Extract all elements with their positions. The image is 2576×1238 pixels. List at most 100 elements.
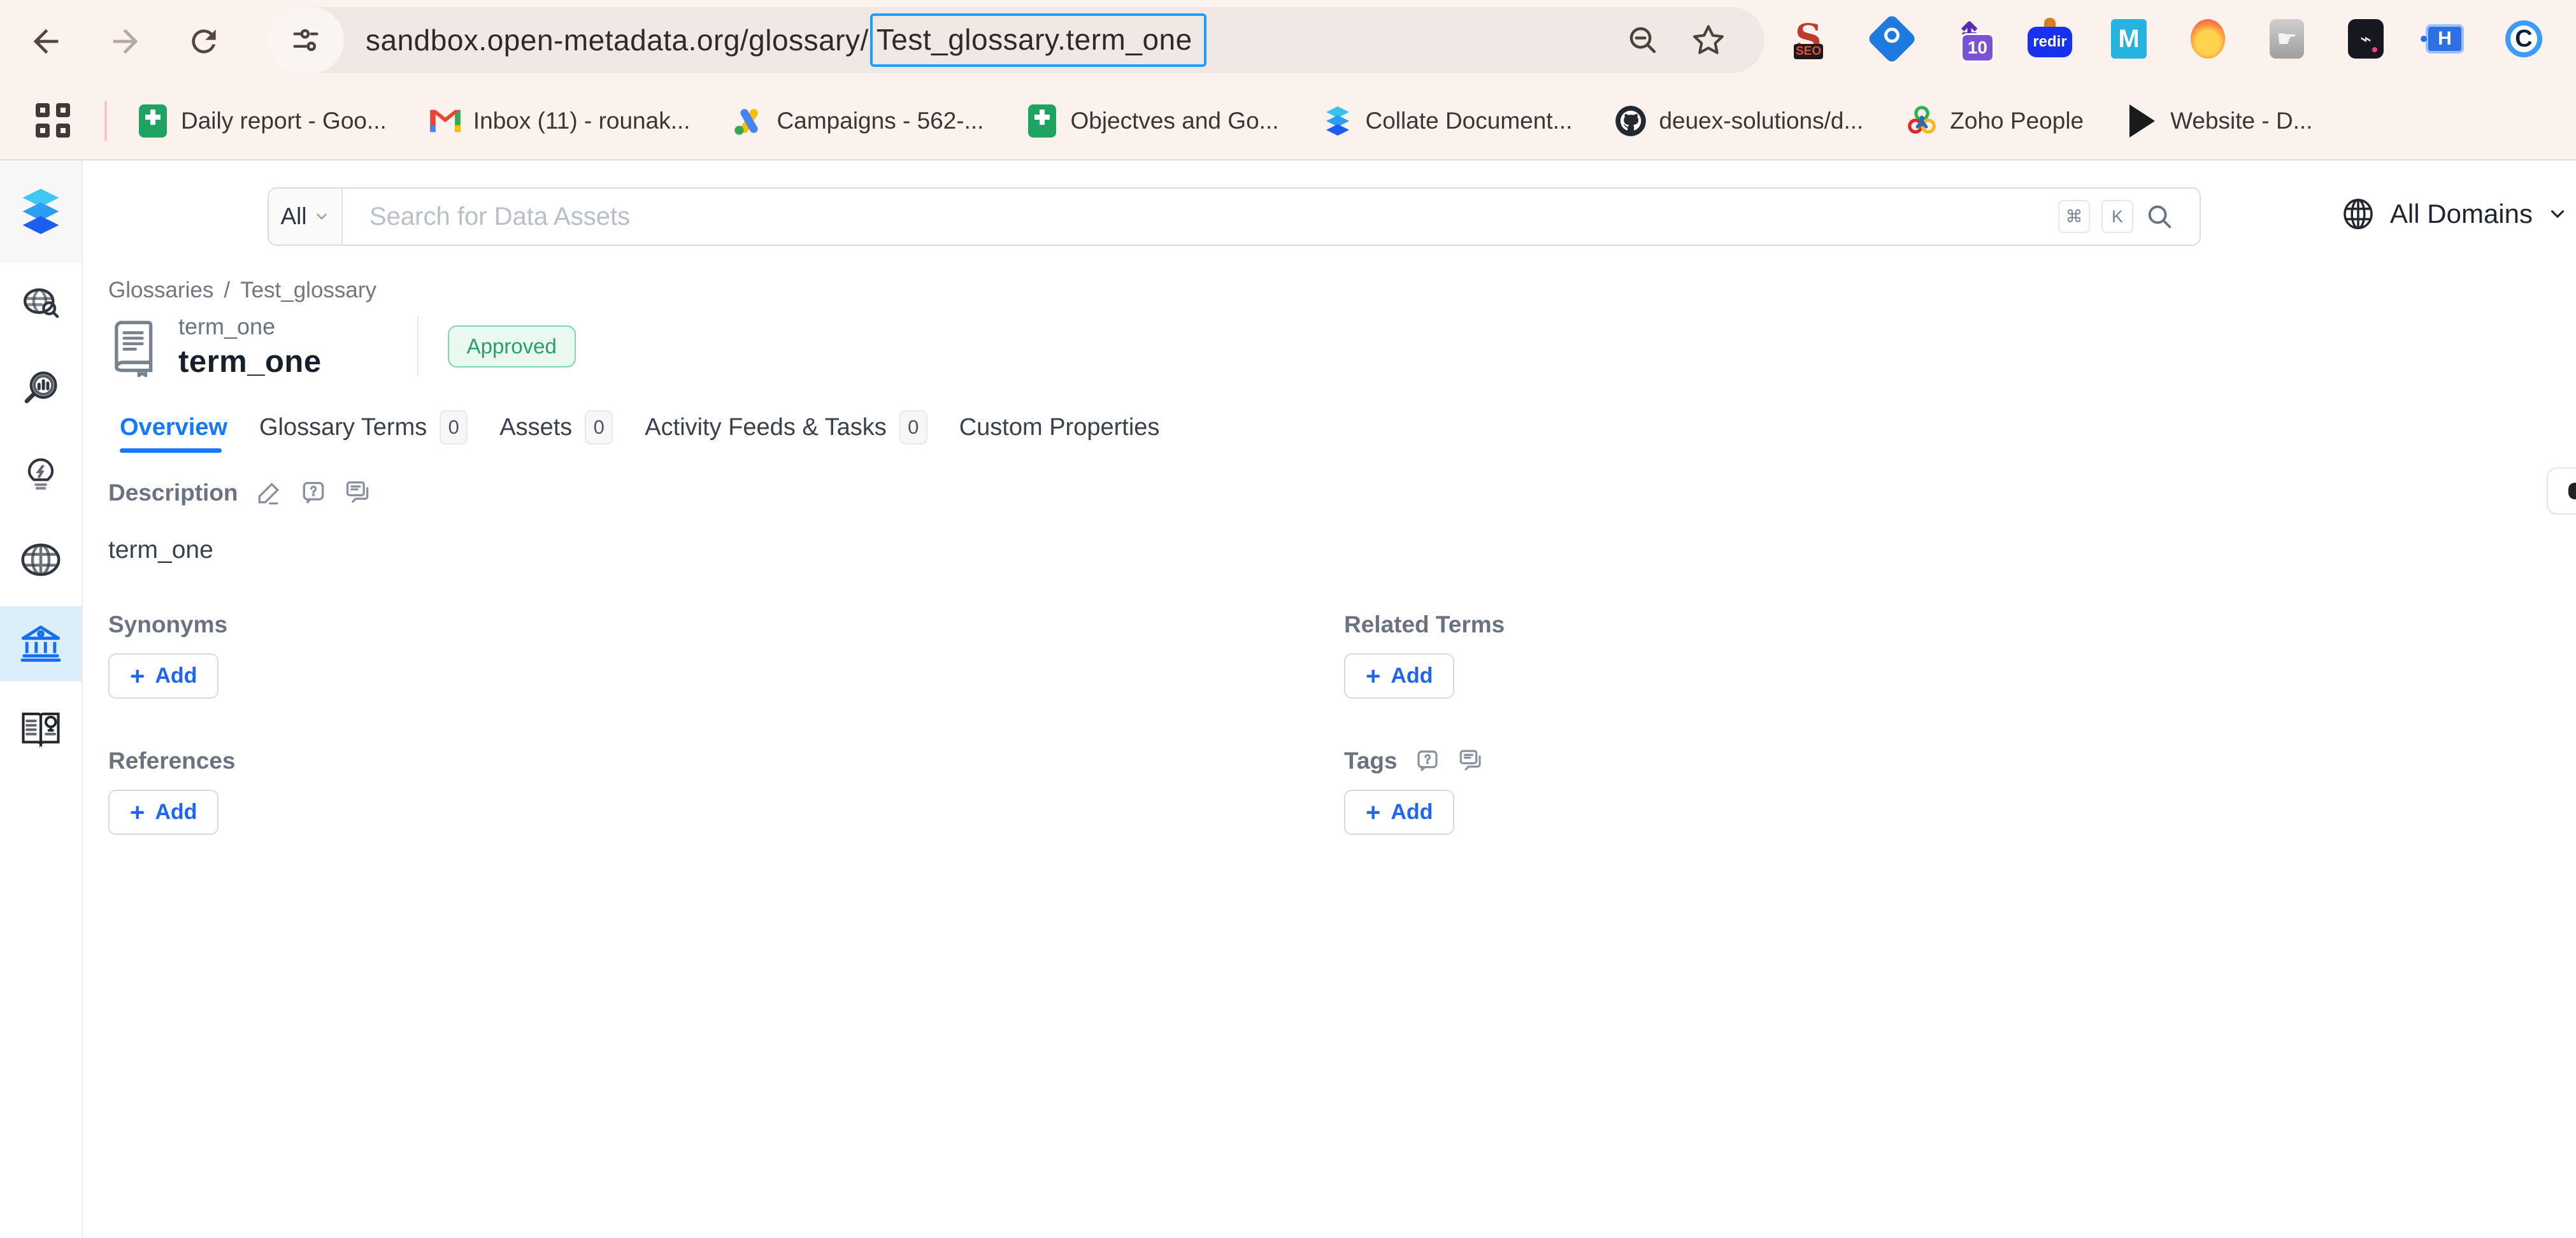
search-filter-select[interactable]: All <box>269 189 343 245</box>
domain-selector[interactable]: All Domains <box>2340 196 2568 232</box>
back-button[interactable] <box>25 21 66 62</box>
add-tag-button[interactable]: + Add <box>1344 790 1455 835</box>
extension-c-icon[interactable]: C <box>2504 19 2544 59</box>
extension-tag-icon[interactable] <box>1866 13 1917 64</box>
breadcrumb-glossaries[interactable]: Glossaries <box>108 278 213 303</box>
bookmark-daily-report[interactable]: Daily report - Goo... <box>136 104 387 138</box>
bookmark-inbox[interactable]: Inbox (11) - rounak... <box>429 104 691 138</box>
breadcrumb-separator: / <box>224 278 231 302</box>
extension-icons: S SEO ⇞ 10 redir M ☛ ⌁ H <box>1793 13 2544 64</box>
chevron-down-icon <box>2551 210 2565 218</box>
sidebar-item-glossary[interactable] <box>0 693 82 763</box>
tags-section: Tags + Add <box>1344 748 1484 835</box>
extension-dark-icon[interactable]: ⌁ <box>2346 19 2386 59</box>
bookmark-campaigns[interactable]: Campaigns - 562-... <box>733 104 984 138</box>
more-options-button[interactable] <box>2547 467 2576 515</box>
sidebar-item-observability[interactable] <box>0 353 82 423</box>
add-reference-button[interactable]: + Add <box>108 790 219 835</box>
apps-grid-icon[interactable] <box>36 103 71 139</box>
bookmark-collate[interactable]: Collate Document... <box>1321 104 1572 138</box>
term-fqn: term_one <box>178 313 276 339</box>
request-tags-icon[interactable] <box>1414 748 1441 774</box>
google-sheets-icon <box>136 104 169 138</box>
url-text[interactable]: sandbox.open-metadata.org/glossary/Test_… <box>366 13 1206 67</box>
references-section: References + Add <box>108 748 236 835</box>
google-ads-icon <box>733 104 766 138</box>
glossary-term-icon <box>115 320 153 377</box>
tab-assets[interactable]: Assets 0 <box>499 410 613 445</box>
cmd-key-chip: ⌘ <box>2058 200 2090 233</box>
breadcrumb-test-glossary[interactable]: Test_glossary <box>240 278 376 303</box>
extension-arrows-icon[interactable]: ⇞ 10 <box>1951 17 1994 62</box>
left-nav-sidebar <box>0 160 83 1238</box>
activity-count: 0 <box>899 410 927 445</box>
github-icon <box>1614 104 1647 138</box>
page-title: term_one <box>178 345 322 379</box>
extension-m-icon[interactable]: M <box>2109 19 2149 59</box>
google-sheets-icon <box>1026 104 1059 138</box>
edit-pencil-icon[interactable] <box>255 479 283 507</box>
comments-icon[interactable] <box>1457 748 1484 774</box>
term-tabs: Overview Glossary Terms 0 Assets 0 Activ… <box>120 410 1159 445</box>
glossary-terms-count: 0 <box>440 410 468 445</box>
bookmark-github[interactable]: deuex-solutions/d... <box>1614 104 1863 138</box>
breadcrumb: Glossaries / Test_glossary <box>108 278 376 303</box>
sidebar-item-explore[interactable] <box>0 269 82 339</box>
globe-icon <box>2343 199 2373 229</box>
extension-monica-icon[interactable] <box>2188 19 2228 59</box>
sidebar-item-govern[interactable] <box>0 606 82 681</box>
openmetadata-app: All Search for Data Assets ⌘ K All Domai… <box>0 160 2576 1238</box>
term-header: term_one term_one Approved <box>106 313 576 380</box>
play-icon <box>2126 104 2159 138</box>
synonyms-section: Synonyms + Add <box>108 611 227 699</box>
sidebar-item-domains[interactable] <box>0 525 82 595</box>
global-search-bar[interactable]: All Search for Data Assets ⌘ K <box>268 187 2201 246</box>
add-synonym-button[interactable]: + Add <box>108 653 219 699</box>
search-icon[interactable] <box>2145 202 2174 231</box>
address-bar[interactable]: sandbox.open-metadata.org/glossary/Test_… <box>268 7 1764 73</box>
bookmark-objectives[interactable]: Objectves and Go... <box>1026 104 1279 138</box>
extension-redirect-icon[interactable]: redir <box>2028 19 2072 59</box>
tab-glossary-terms[interactable]: Glossary Terms 0 <box>259 410 468 445</box>
description-header: Description <box>108 479 372 507</box>
browser-toolbar: sandbox.open-metadata.org/glossary/Test_… <box>0 0 2576 83</box>
tab-activity-feeds[interactable]: Activity Feeds & Tasks 0 <box>645 410 927 445</box>
sidebar-item-insights[interactable] <box>0 439 82 509</box>
zoom-out-icon[interactable] <box>1626 23 1660 57</box>
related-terms-heading: Related Terms <box>1344 611 1505 637</box>
tags-heading: Tags <box>1344 748 1398 774</box>
comments-icon[interactable] <box>344 479 372 507</box>
forward-button[interactable] <box>105 21 146 62</box>
extension-seo-icon[interactable]: S SEO <box>1793 19 1833 59</box>
tab-overview[interactable]: Overview <box>120 414 227 441</box>
assets-count: 0 <box>585 410 613 445</box>
tab-custom-properties[interactable]: Custom Properties <box>959 414 1160 441</box>
title-divider <box>417 317 419 376</box>
zoho-people-icon <box>1905 104 1938 138</box>
active-tab-underline <box>120 448 222 453</box>
synonyms-heading: Synonyms <box>108 611 228 637</box>
bookmarks-bar: Daily report - Goo... Inbox (11) - rouna… <box>0 83 2576 160</box>
plus-icon: + <box>1366 798 1381 827</box>
bookmarks-separator <box>104 101 107 141</box>
add-related-term-button[interactable]: + Add <box>1344 653 1455 699</box>
bookmark-website[interactable]: Website - D... <box>2126 104 2313 138</box>
related-terms-section: Related Terms + Add <box>1344 611 1505 699</box>
extension-hreflang-icon[interactable]: H <box>2421 19 2465 59</box>
openmetadata-logo[interactable] <box>0 160 82 262</box>
plus-icon: + <box>130 662 145 690</box>
reload-button[interactable] <box>183 21 224 62</box>
bookmark-zoho-people[interactable]: Zoho People <box>1905 104 2084 138</box>
request-description-icon[interactable] <box>299 479 327 507</box>
search-input[interactable]: Search for Data Assets <box>369 203 630 231</box>
bookmark-star-icon[interactable] <box>1691 22 1726 58</box>
url-selected-segment[interactable]: Test_glossary.term_one <box>869 13 1206 67</box>
site-settings-icon[interactable] <box>268 7 344 73</box>
plus-icon: + <box>130 798 145 827</box>
extension-hand-icon[interactable]: ☛ <box>2267 19 2307 59</box>
description-text: term_one <box>108 536 213 564</box>
gmail-icon <box>429 104 462 138</box>
main-content: All Search for Data Assets ⌘ K All Domai… <box>84 160 2576 1238</box>
chevron-down-icon <box>316 213 327 220</box>
references-heading: References <box>108 748 236 774</box>
